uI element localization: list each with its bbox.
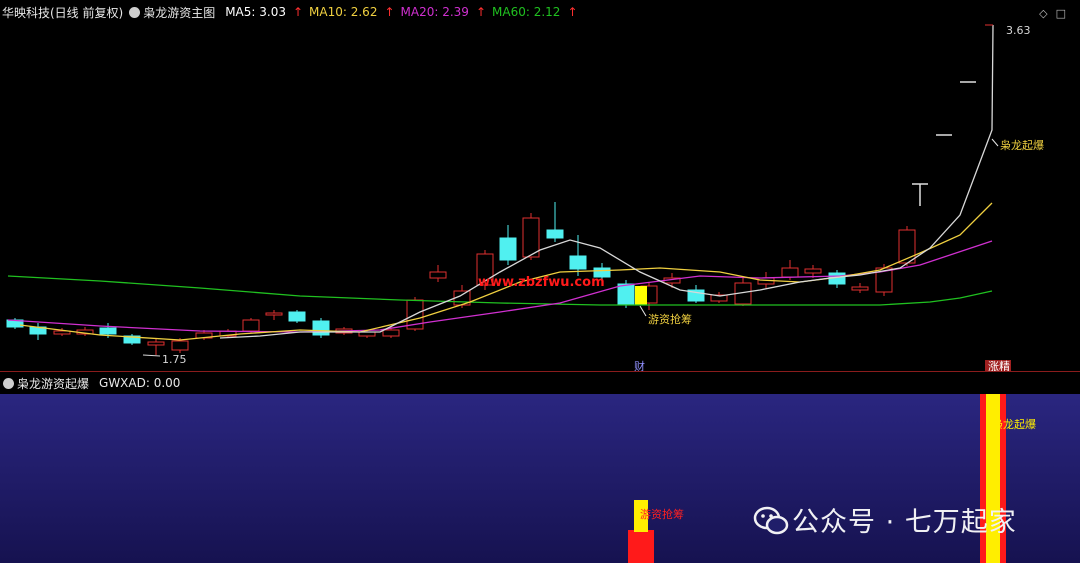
- candle-down: [499, 237, 517, 261]
- signal-candle: [635, 286, 647, 305]
- site-watermark: www.zbzfwu.com: [478, 275, 605, 290]
- main-price-chart[interactable]: 3.631.75游资抢筹枭龙起爆www.zbzfwu.com财 涨精: [0, 20, 1080, 372]
- wechat-icon: [753, 506, 789, 534]
- low-price-marker: [142, 354, 161, 357]
- circle-icon[interactable]: [3, 377, 14, 389]
- signal-arrow-1: [639, 305, 647, 317]
- up-arrow-icon: ↑: [384, 5, 395, 19]
- window-controls: ◇ □: [1039, 7, 1066, 20]
- candle-down: [546, 229, 564, 239]
- candle-up: [147, 341, 165, 346]
- indicator-label-youzi: 游资抢筹: [640, 507, 684, 521]
- up-arrow-icon: ↑: [567, 5, 578, 19]
- ma5-readout: MA5: 3.03 ↑: [225, 5, 304, 19]
- signal-arrow-2: [991, 138, 999, 147]
- candle-down: [617, 283, 635, 305]
- candle-up: [851, 286, 869, 291]
- indicator-label-qibao: 枭龙起爆: [992, 417, 1036, 431]
- candle-up: [429, 271, 447, 279]
- ma20-readout: MA20: 2.39 ↑: [400, 5, 487, 19]
- candle-up: [242, 319, 260, 332]
- candle-up: [804, 268, 822, 274]
- chart-header: 华映科技(日线 前复权) 枭龙游资主图 MA5: 3.03 ↑ MA10: 2.6…: [0, 2, 1080, 22]
- ma60-readout: MA60: 2.12 ↑: [492, 5, 578, 19]
- ma10-line: [19, 202, 993, 341]
- ma10-readout: MA10: 2.62 ↑: [309, 5, 395, 19]
- watermark: 公众号 · 七万起家: [752, 500, 1017, 539]
- indicator-name[interactable]: 枭龙游资起爆: [17, 375, 89, 392]
- candle-up: [382, 329, 400, 337]
- candle-up: [171, 340, 189, 351]
- candle-down: [312, 320, 330, 336]
- candlestick-group: [6, 81, 976, 355]
- low-price-label: 1.75: [162, 353, 187, 366]
- candle-down: [569, 255, 587, 270]
- youzi-red-bar: [628, 530, 654, 563]
- candle-down: [288, 311, 306, 322]
- up-arrow-icon: ↑: [292, 5, 304, 19]
- square-icon[interactable]: □: [1056, 7, 1066, 20]
- indicator-header: 枭龙游资起爆 GWXAD: 0.00: [0, 373, 1080, 393]
- candle-down: [99, 327, 117, 335]
- formula-name[interactable]: 枭龙游资主图: [143, 4, 215, 21]
- signal-label-qibao: 枭龙起爆: [1000, 138, 1044, 152]
- candle-up: [265, 312, 283, 316]
- signal-label-youzi: 游资抢筹: [648, 312, 692, 326]
- watermark-text: 公众号 · 七万起家: [792, 507, 1017, 538]
- panel-separator: [0, 371, 1080, 372]
- indicator-value: GWXAD: 0.00: [99, 376, 181, 390]
- stock-name[interactable]: 华映科技(日线 前复权): [2, 4, 123, 21]
- stock-chart-app: 华映科技(日线 前复权) 枭龙游资主图 MA5: 3.03 ↑ MA10: 2.6…: [0, 0, 1080, 563]
- diamond-icon[interactable]: ◇: [1039, 7, 1047, 20]
- circle-icon[interactable]: [129, 6, 141, 18]
- up-arrow-icon: ↑: [475, 5, 487, 19]
- high-price-label: 3.63: [1006, 24, 1031, 37]
- candle-up: [781, 267, 799, 278]
